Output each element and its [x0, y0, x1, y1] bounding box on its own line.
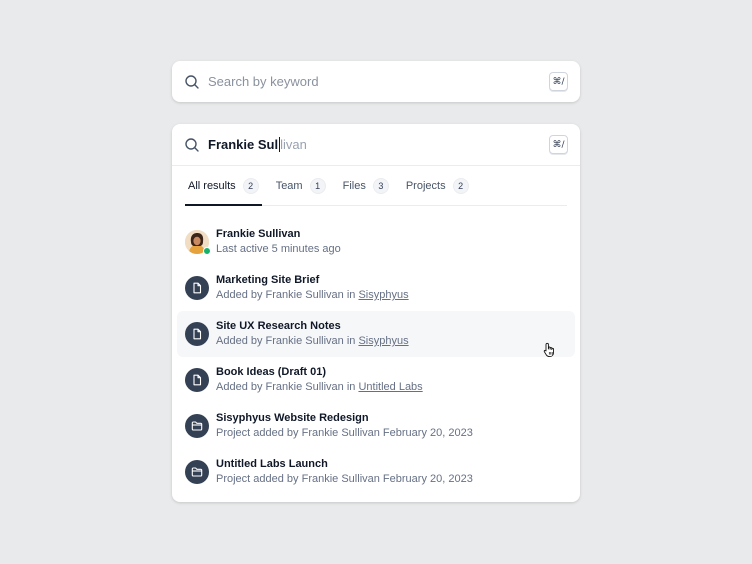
shortcut-badge: ⌘/	[549, 72, 568, 91]
file-icon	[185, 276, 209, 300]
result-title: Sisyphyus Website Redesign	[216, 412, 369, 424]
search-card-empty: ⌘/	[172, 61, 580, 102]
search-results-card: Frankie Sul livan ⌘/ All results 2 Team 1…	[172, 124, 580, 502]
workspace-link[interactable]: Sisyphyus	[358, 289, 408, 301]
result-subtitle-text: Added by Frankie Sullivan in	[216, 381, 359, 393]
result-subtitle: Project added by Frankie Sullivan Februa…	[216, 427, 473, 439]
results-tabs: All results 2 Team 1 Files 3 Projects 2	[185, 166, 567, 206]
tab-count-badge: 1	[309, 177, 326, 194]
result-title: Book Ideas (Draft 01)	[216, 366, 327, 378]
folder-icon	[185, 460, 209, 484]
tab-count-badge: 2	[242, 177, 259, 194]
result-subtitle-text: Added by Frankie Sullivan in	[216, 289, 359, 301]
file-icon	[185, 322, 209, 346]
result-subtitle: Added by Frankie Sullivan in Sisyphyus	[216, 288, 409, 303]
result-subtitle: Last active 5 minutes ago	[216, 243, 341, 255]
tab-label: Files	[342, 179, 366, 192]
tab-projects[interactable]: Projects 2	[403, 166, 472, 205]
result-item-person[interactable]: Frankie Sullivan Last active 5 minutes a…	[177, 219, 575, 265]
result-item-file[interactable]: Book Ideas (Draft 01) Added by Frankie S…	[177, 357, 575, 403]
result-title: Untitled Labs Launch	[216, 458, 328, 470]
search-bar-active[interactable]: Frankie Sul livan ⌘/	[172, 124, 580, 165]
file-icon	[185, 368, 209, 392]
search-bar-empty[interactable]: ⌘/	[172, 61, 580, 102]
result-item-project[interactable]: Untitled Labs Launch Project added by Fr…	[177, 449, 575, 495]
tab-count-badge: 3	[372, 177, 389, 194]
result-item-file[interactable]: Site UX Research Notes Added by Frankie …	[177, 311, 575, 357]
folder-icon	[185, 414, 209, 438]
tab-team[interactable]: Team 1	[273, 166, 329, 205]
search-query[interactable]: Frankie Sul livan	[208, 137, 307, 152]
result-title: Site UX Research Notes	[216, 320, 341, 332]
shortcut-badge: ⌘/	[549, 135, 568, 154]
result-title: Marketing Site Brief	[216, 274, 320, 286]
result-subtitle: Added by Frankie Sullivan in Sisyphyus	[216, 334, 409, 349]
search-input[interactable]	[208, 71, 528, 92]
hand-pointer-cursor-icon	[543, 342, 557, 363]
result-subtitle-text: Added by Frankie Sullivan in	[216, 335, 359, 347]
tab-label: Team	[275, 179, 303, 192]
result-item-project[interactable]: Sisyphyus Website Redesign Project added…	[177, 403, 575, 449]
result-title: Frankie Sullivan	[216, 228, 301, 240]
online-status-dot	[203, 247, 211, 255]
results-list: Frankie Sullivan Last active 5 minutes a…	[172, 206, 580, 495]
result-subtitle: Project added by Frankie Sullivan Februa…	[216, 473, 473, 485]
tab-files[interactable]: Files 3	[340, 166, 392, 205]
tab-count-badge: 2	[452, 177, 469, 194]
search-typed-text: Frankie Sul	[208, 137, 279, 152]
search-icon	[184, 74, 200, 90]
result-item-file[interactable]: Marketing Site Brief Added by Frankie Su…	[177, 265, 575, 311]
tab-label: Projects	[405, 179, 446, 192]
tab-label: All results	[188, 179, 236, 192]
result-subtitle: Added by Frankie Sullivan in Untitled La…	[216, 380, 423, 395]
workspace-link[interactable]: Untitled Labs	[358, 381, 422, 393]
avatar	[185, 230, 211, 255]
search-icon	[184, 137, 200, 153]
search-autocomplete-suggestion: livan	[280, 137, 307, 152]
workspace-link[interactable]: Sisyphyus	[358, 335, 408, 347]
tab-all-results[interactable]: All results 2	[185, 166, 262, 206]
